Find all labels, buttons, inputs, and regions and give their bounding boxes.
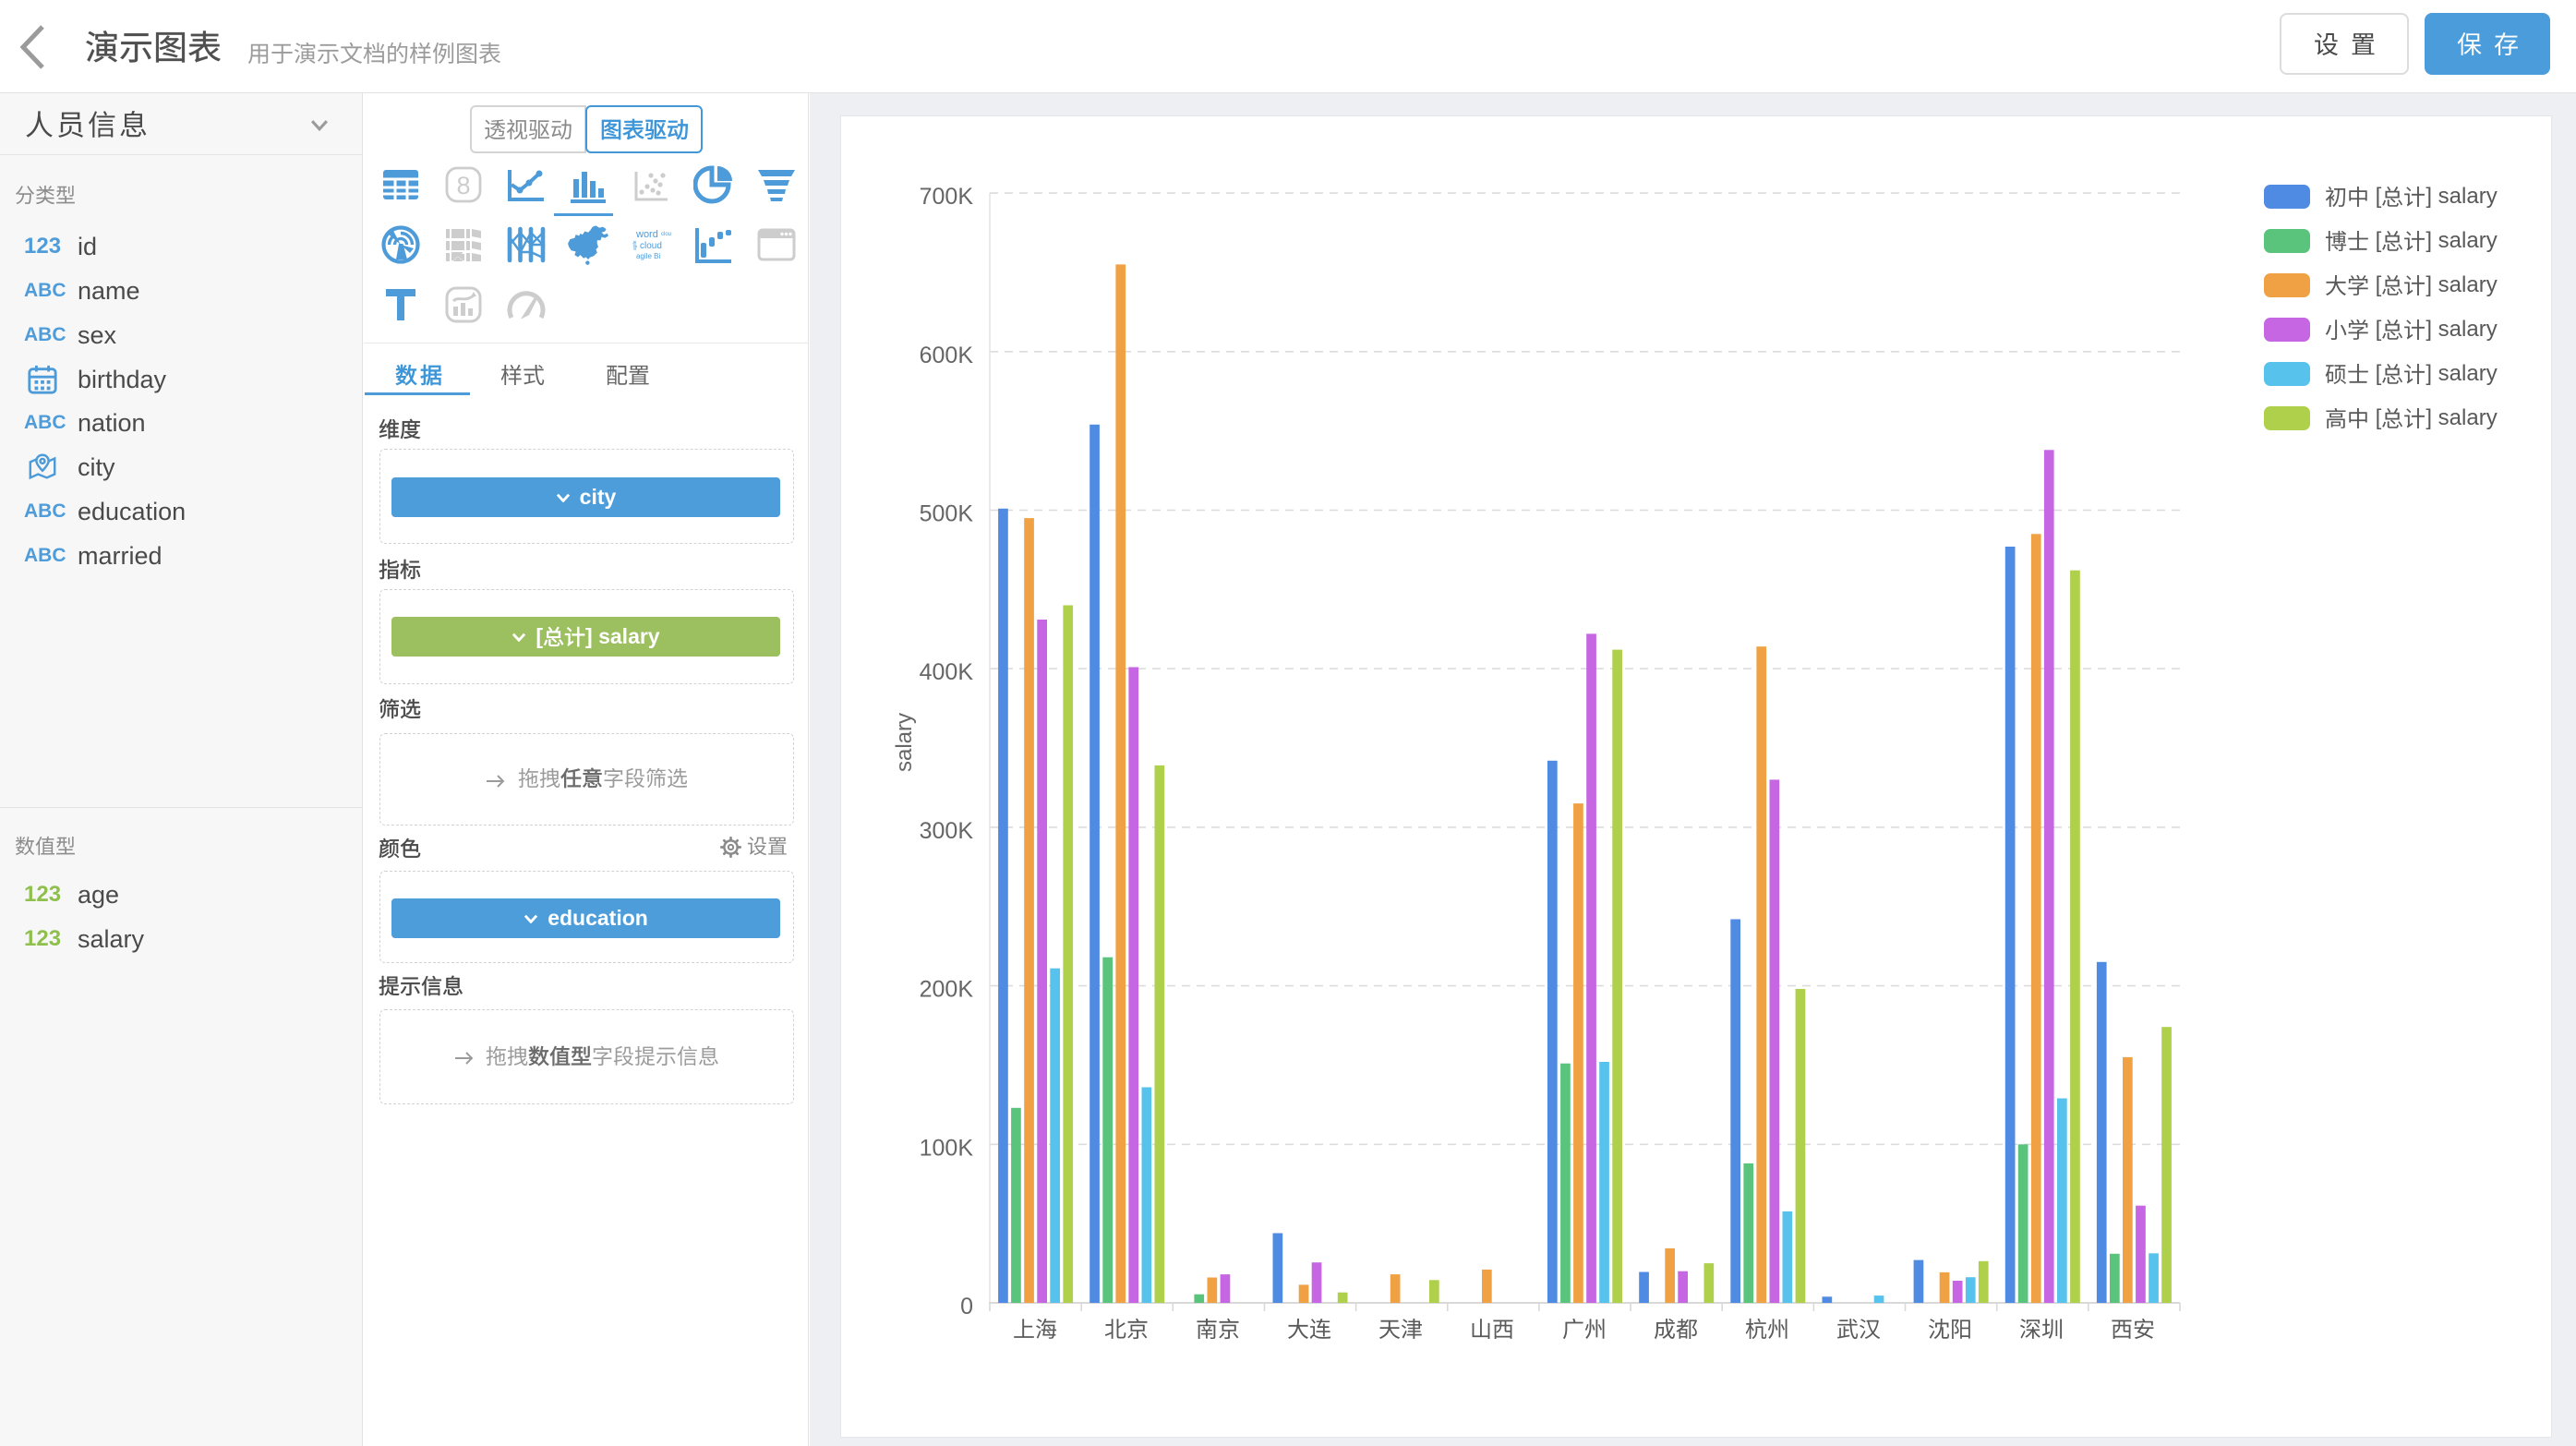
svg-text:cloud: cloud [640, 241, 662, 251]
svg-text:500K: 500K [920, 501, 974, 527]
svg-text:700K: 700K [920, 184, 974, 210]
svg-text:400K: 400K [920, 659, 974, 685]
svg-text:600K: 600K [920, 343, 974, 368]
svg-text:0: 0 [960, 1294, 973, 1319]
svg-text:word: word [635, 229, 658, 240]
svg-text:300K: 300K [920, 818, 974, 844]
svg-text:agile: agile [632, 240, 638, 250]
svg-text:8: 8 [456, 172, 470, 199]
svg-text:100K: 100K [920, 1135, 974, 1161]
svg-text:agile Bi: agile Bi [636, 252, 660, 260]
svg-text:cloud: cloud [661, 232, 671, 237]
svg-text:200K: 200K [920, 977, 974, 1003]
